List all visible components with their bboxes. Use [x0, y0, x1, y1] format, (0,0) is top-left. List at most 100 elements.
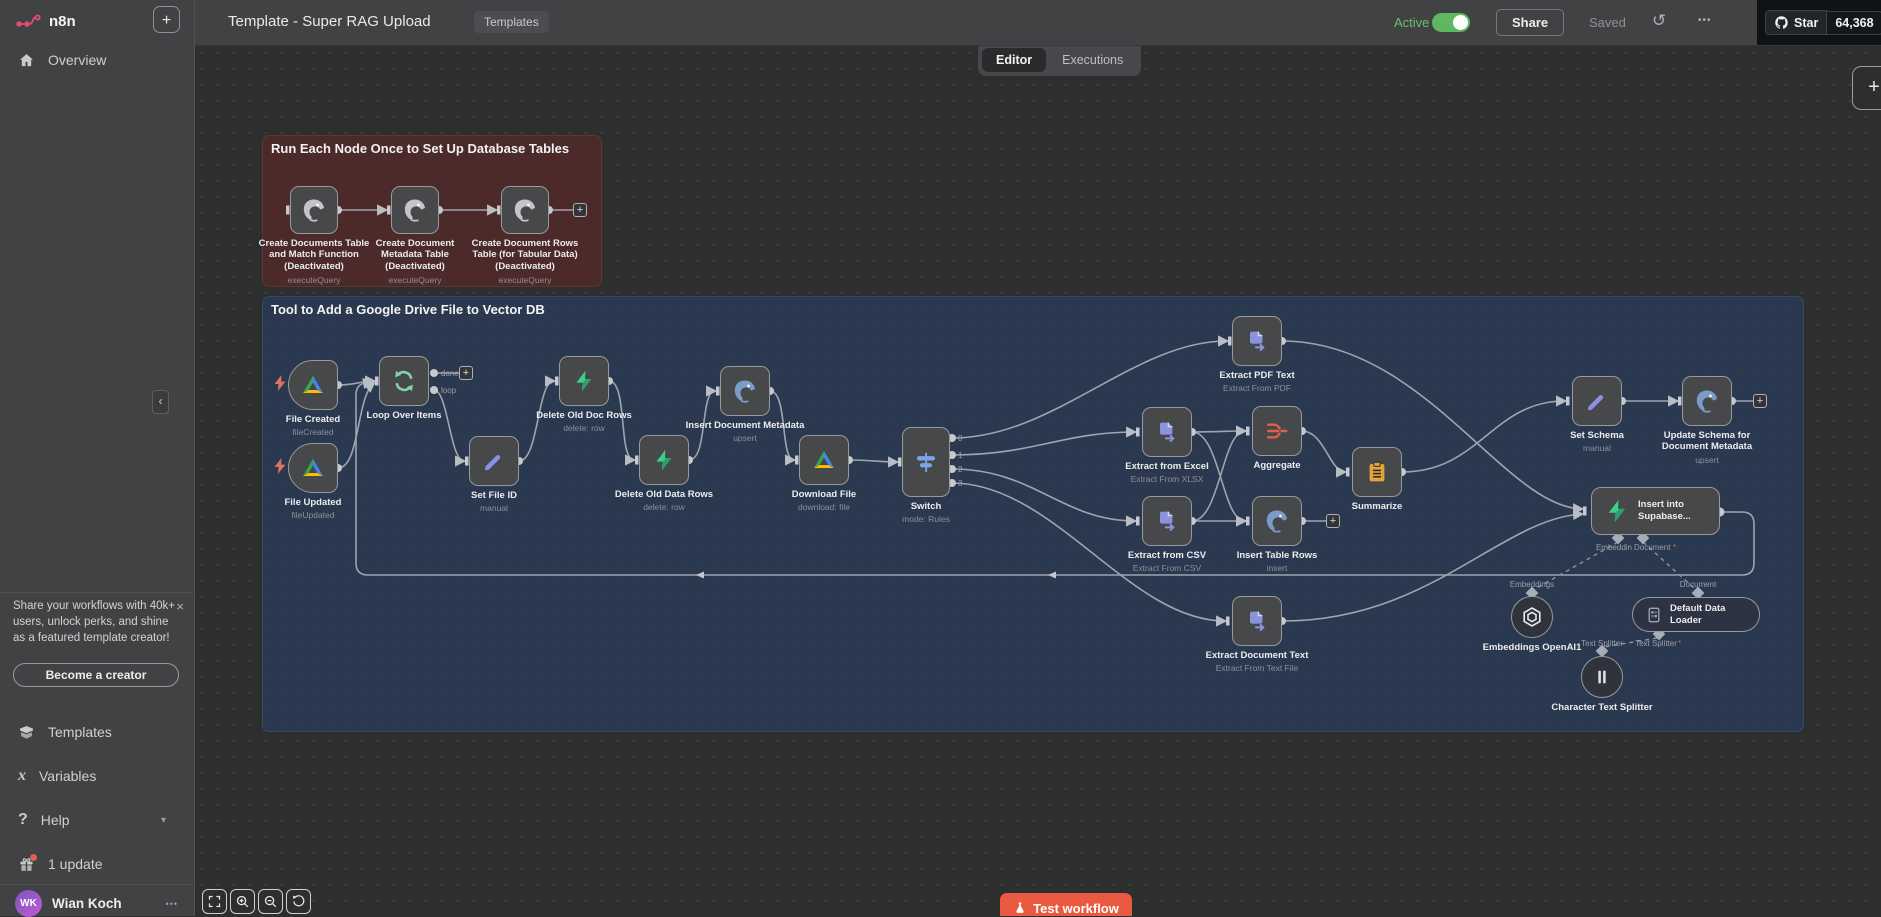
node-set-schema[interactable]: Set Schemamanual: [1572, 376, 1622, 426]
port-label-loop: loop: [441, 386, 457, 395]
port-label-embeddings: Embeddings: [1510, 580, 1554, 589]
node-embeddings-openai[interactable]: Embeddings OpenAI1: [1511, 596, 1553, 638]
node-extract-document-text[interactable]: Extract Document TextExtract From Text F…: [1232, 596, 1282, 646]
node-default-data-loader[interactable]: Default Data Loader: [1632, 597, 1760, 632]
node-name: Aggregate: [1215, 460, 1339, 471]
node-create-documents-table[interactable]: Create Documents Table and Match Functio…: [290, 186, 338, 234]
postgres-icon: [301, 197, 327, 223]
header: Template - Super RAG Upload Templates Ac…: [194, 0, 1881, 46]
zoom-in-button[interactable]: [230, 889, 255, 914]
home-icon: [18, 52, 35, 69]
node-create-document-rows-table[interactable]: Create Document Rows Table (for Tabular …: [501, 186, 549, 234]
gift-icon-wrap: [18, 856, 35, 873]
connections-layer: done loop 0 1 2 3 Embeddings Document Em…: [194, 45, 1881, 916]
node-switch[interactable]: Switchmode: Rules: [902, 427, 950, 497]
node-character-text-splitter[interactable]: Character Text Splitter: [1581, 656, 1623, 698]
node-loop-over-items[interactable]: Loop Over Items: [379, 356, 429, 406]
sidebar-item-overview[interactable]: Overview: [0, 46, 194, 74]
supabase-icon: [572, 369, 596, 393]
github-widget[interactable]: Star 64,368: [1757, 0, 1881, 45]
history-icon[interactable]: ↺: [1652, 11, 1666, 31]
extract-file-icon: [1245, 329, 1269, 353]
tab-executions[interactable]: Executions: [1048, 48, 1137, 72]
node-name: Insert Document Metadata: [683, 420, 807, 431]
n8n-logo-icon: [14, 9, 42, 33]
n8n-logo[interactable]: n8n: [14, 9, 76, 33]
node-name: Create Document Metadata Table: [355, 238, 475, 261]
supabase-icon: [652, 448, 676, 472]
extract-file-icon: [1155, 420, 1179, 444]
add-node-plus[interactable]: +: [1753, 394, 1767, 408]
more-options-icon[interactable]: •••: [1698, 15, 1712, 26]
node-file-created[interactable]: File CreatedfileCreated: [288, 360, 338, 410]
reset-zoom-button[interactable]: [286, 889, 311, 914]
sidebar-item-help[interactable]: ? Help ▾: [0, 806, 194, 834]
node-extract-pdf-text[interactable]: Extract PDF TextExtract From PDF: [1232, 316, 1282, 366]
node-status: (Deactivated): [355, 261, 475, 273]
node-name: Set Schema: [1535, 430, 1659, 441]
node-aggregate[interactable]: Aggregate: [1252, 406, 1302, 456]
google-drive-icon: [301, 456, 325, 480]
sidebar-item-variables[interactable]: x Variables: [0, 762, 194, 790]
supabase-icon: [1604, 498, 1630, 524]
active-toggle[interactable]: [1432, 13, 1470, 32]
node-name: Loop Over Items: [342, 410, 466, 421]
node-update-schema[interactable]: Update Schema for Document Metadataupser…: [1682, 376, 1732, 426]
port-label-1: 1: [958, 451, 963, 460]
node-name: Extract from CSV: [1105, 550, 1229, 561]
node-insert-table-rows[interactable]: Insert Table Rowsinsert: [1252, 496, 1302, 546]
close-icon[interactable]: ×: [176, 598, 184, 616]
tab-editor[interactable]: Editor: [982, 48, 1046, 72]
zoom-to-fit-button[interactable]: [202, 889, 227, 914]
node-summarize[interactable]: Summarize: [1352, 447, 1402, 497]
n8n-app: { "header": { "title": "Template - Super…: [0, 0, 1881, 916]
node-name: Embeddings OpenAI1: [1470, 642, 1594, 653]
help-icon: ?: [18, 811, 28, 829]
share-button[interactable]: Share: [1496, 9, 1564, 36]
new-workflow-button[interactable]: +: [153, 6, 180, 33]
node-create-document-metadata-table[interactable]: Create Document Metadata Table(Deactivat…: [391, 186, 439, 234]
sidebar-collapse-handle[interactable]: ‹: [152, 390, 169, 414]
notification-dot: [30, 854, 37, 861]
become-creator-button[interactable]: Become a creator: [13, 663, 179, 687]
sidebar-divider: [0, 884, 193, 885]
node-file-updated[interactable]: File UpdatedfileUpdated: [288, 443, 338, 493]
zoom-out-button[interactable]: [258, 889, 283, 914]
user-menu[interactable]: WK Wian Koch •••: [0, 890, 194, 917]
workflow-title[interactable]: Template - Super RAG Upload: [228, 13, 431, 30]
n8n-logo-text: n8n: [49, 13, 76, 30]
node-extract-from-csv[interactable]: Extract from CSVExtract From CSV: [1142, 496, 1192, 546]
add-node-plus[interactable]: +: [1326, 514, 1340, 528]
user-name: Wian Koch: [52, 896, 122, 911]
node-download-file[interactable]: Download Filedownload: file: [799, 435, 849, 485]
toggle-knob: [1453, 15, 1468, 30]
node-set-file-id[interactable]: Set File IDmanual: [469, 436, 519, 486]
node-extract-from-excel[interactable]: Extract from ExcelExtract From XLSX: [1142, 407, 1192, 457]
required-mark: *: [1678, 639, 1681, 648]
user-more-icon[interactable]: •••: [166, 899, 178, 909]
open-nodes-panel-button[interactable]: +: [1852, 66, 1881, 110]
node-insert-document-metadata[interactable]: Insert Document Metadataupsert: [720, 366, 770, 416]
node-subtitle: manual: [432, 503, 556, 513]
node-insert-into-supabase[interactable]: Insert into Supabase...: [1591, 487, 1720, 535]
github-star-button[interactable]: Star: [1765, 10, 1827, 35]
test-workflow-button[interactable]: Test workflow: [1000, 893, 1132, 916]
node-subtitle: delete: row: [602, 502, 726, 512]
extract-file-icon: [1155, 509, 1179, 533]
node-delete-old-doc-rows[interactable]: Delete Old Doc Rowsdelete: row: [559, 356, 609, 406]
port-label-supabase-embedding: Embeddin: [1596, 543, 1632, 552]
node-delete-old-data-rows[interactable]: Delete Old Data Rowsdelete: row: [639, 435, 689, 485]
workflow-canvas[interactable]: Editor Executions Run Each Node Once to …: [194, 45, 1881, 916]
switch-icon: [913, 449, 939, 475]
sidebar-item-updates[interactable]: 1 update: [0, 850, 194, 878]
add-node-plus[interactable]: +: [459, 366, 473, 380]
saved-status: Saved: [1589, 15, 1626, 30]
summarize-icon: [1365, 460, 1389, 484]
github-star-count: 64,368: [1827, 11, 1881, 35]
port-label-text-splitter-right: Text Splitter: [1635, 639, 1677, 648]
port-label-2: 2: [958, 465, 963, 474]
add-node-plus[interactable]: +: [573, 203, 587, 217]
node-subtitle: manual: [1535, 443, 1659, 453]
sidebar-item-templates[interactable]: Templates: [0, 718, 194, 746]
required-mark: *: [1673, 543, 1676, 552]
